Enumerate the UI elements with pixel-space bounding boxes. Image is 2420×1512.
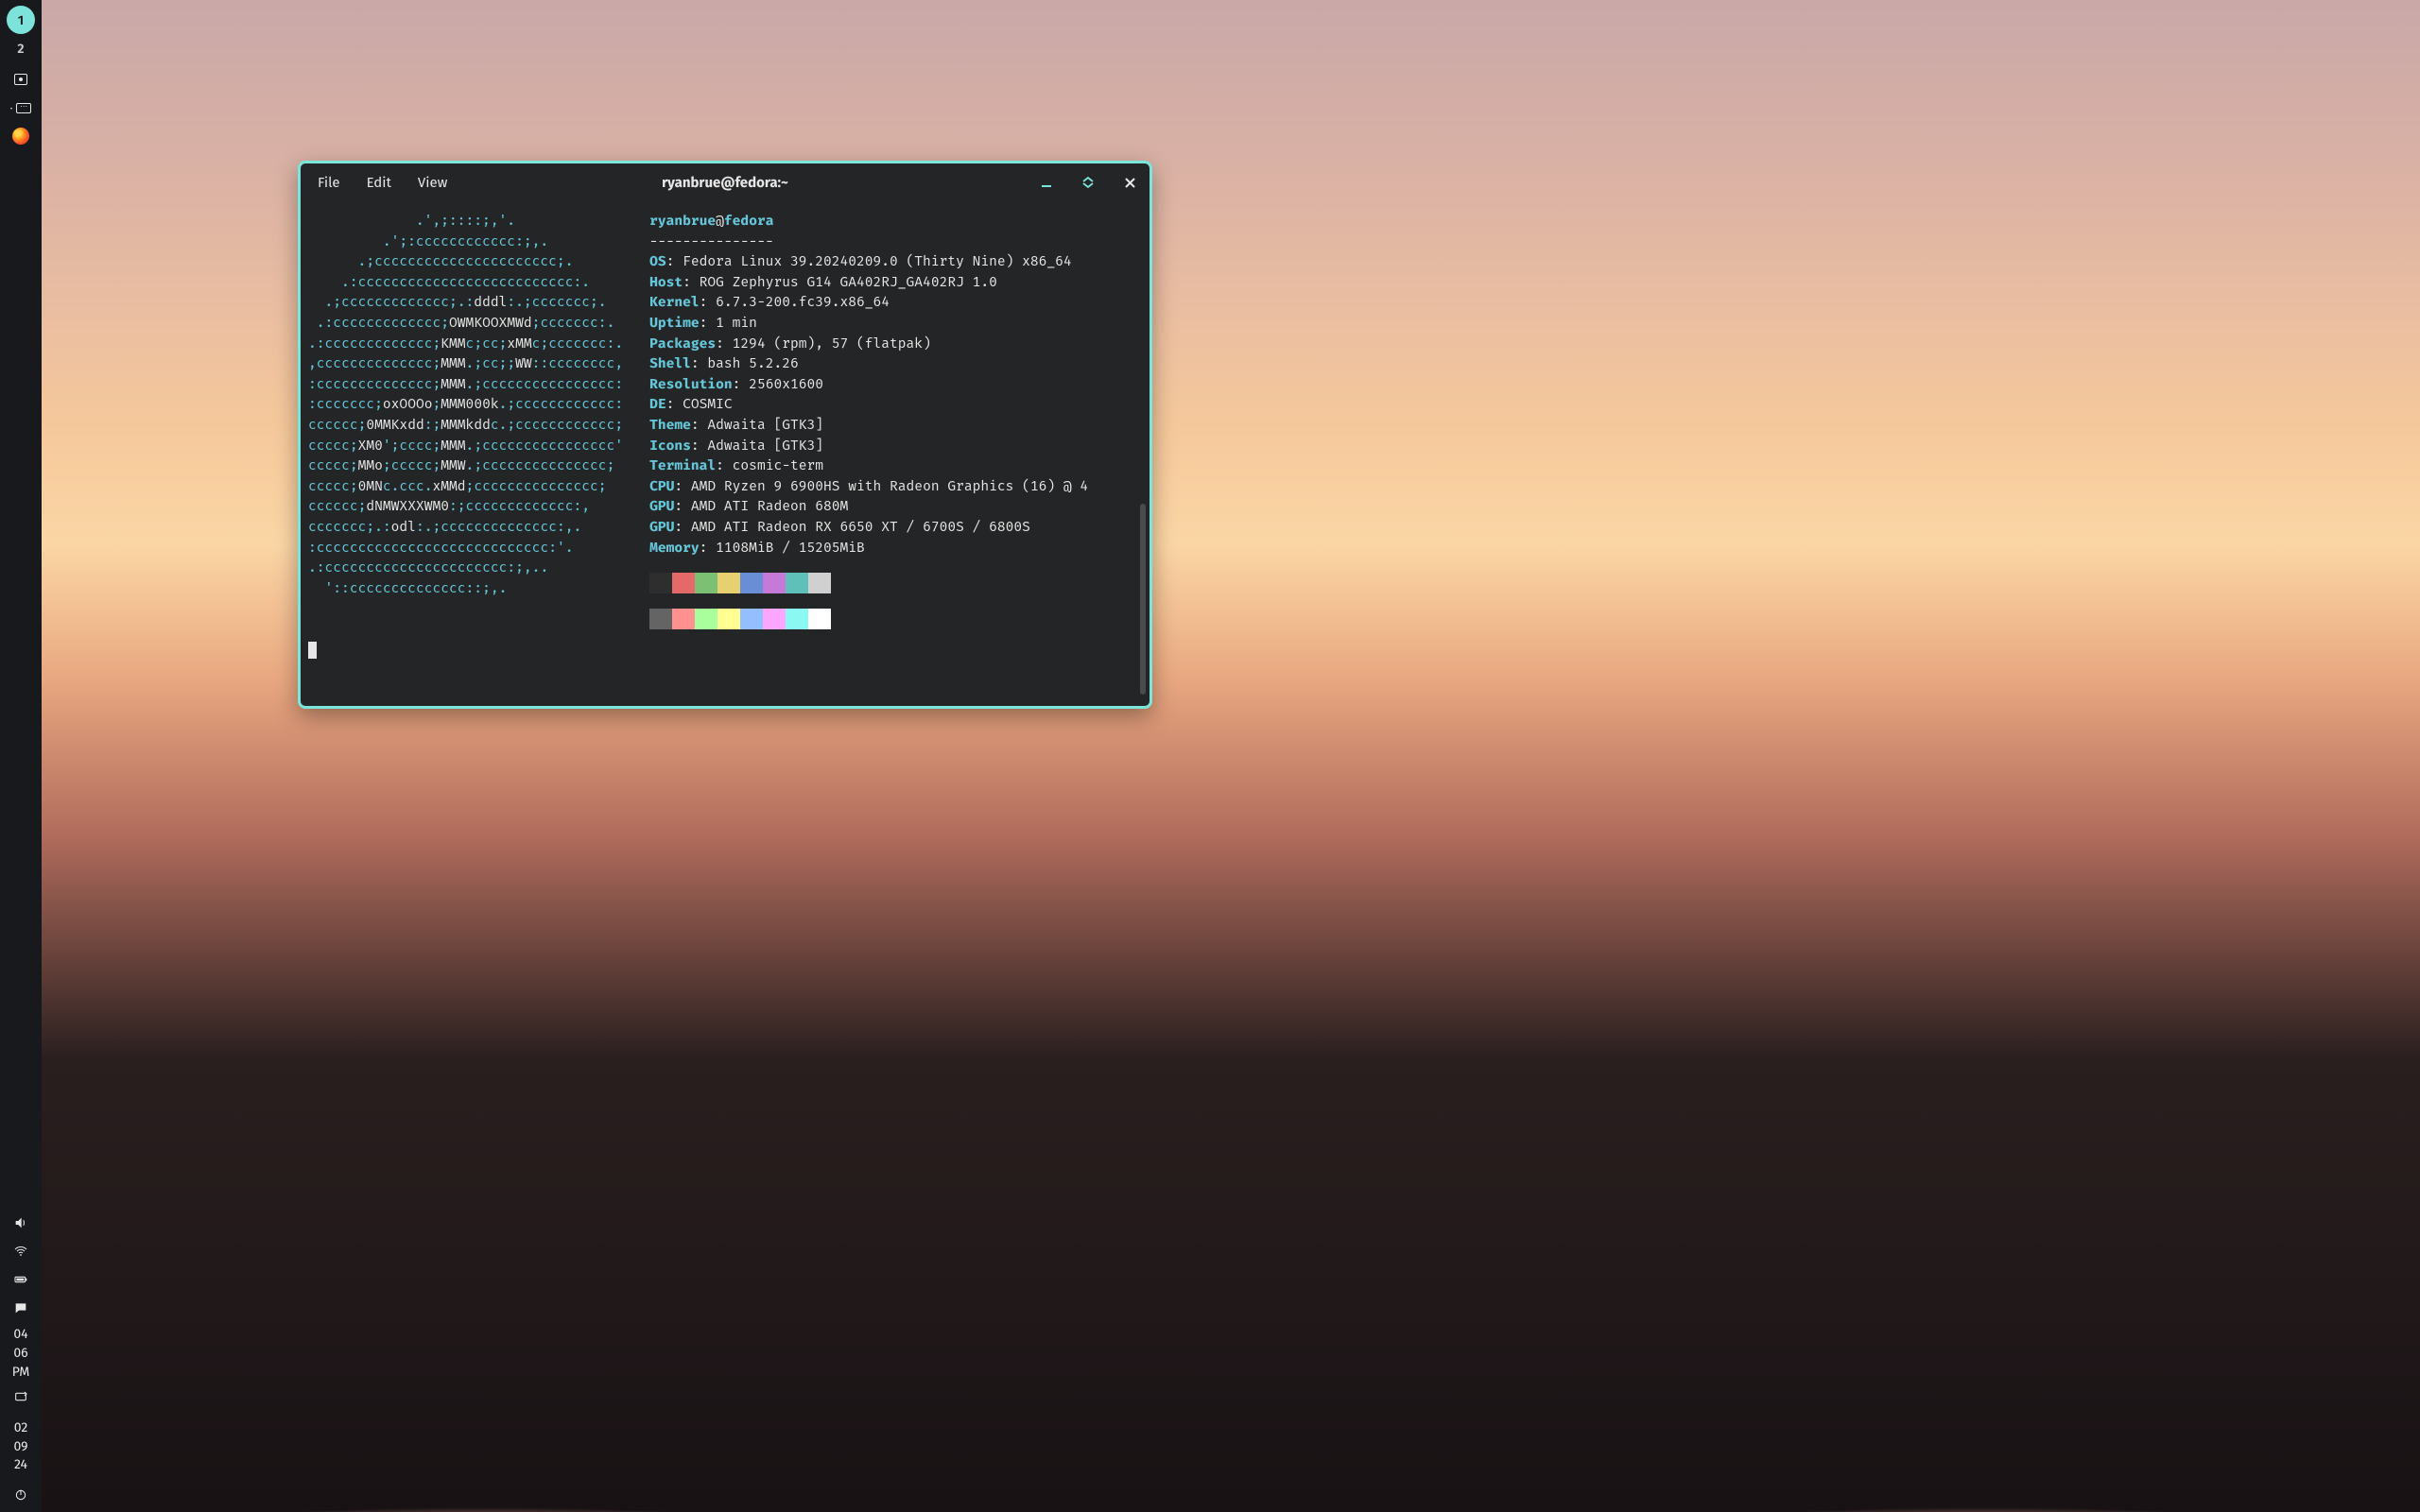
panel-date[interactable]: 02 09 24 xyxy=(13,1418,27,1474)
menu-edit[interactable]: Edit xyxy=(367,174,391,191)
terminal-body[interactable]: .',;::::;,'. .';:cccccccccccc:;,. .;cccc… xyxy=(301,201,1150,706)
neofetch-row: OS: Fedora Linux 39.20240209.0 (Thirty N… xyxy=(649,251,1088,272)
maximize-button[interactable] xyxy=(1080,174,1097,191)
neofetch-ascii-logo: .',;::::;,'. .';:cccccccccccc:;,. .;cccc… xyxy=(308,211,623,598)
neofetch-userhost: ryanbrue@fedora xyxy=(649,211,1088,232)
terminal-scrollbar[interactable] xyxy=(1140,504,1146,695)
battery-icon[interactable] xyxy=(9,1268,32,1291)
neofetch-row: Icons: Adwaita [GTK3] xyxy=(649,436,1088,456)
neofetch-row: Memory: 1108MiB / 15205MiB xyxy=(649,538,1088,558)
terminal-menubar: File Edit View xyxy=(312,174,447,191)
close-button[interactable] xyxy=(1121,174,1138,191)
menu-view[interactable]: View xyxy=(418,174,448,191)
neofetch-row: Theme: Adwaita [GTK3] xyxy=(649,415,1088,436)
workspace-2[interactable]: 2 xyxy=(7,34,35,62)
neofetch-row: Shell: bash 5.2.26 xyxy=(649,353,1088,374)
clock-hour: 04 xyxy=(12,1325,30,1344)
terminal-titlebar[interactable]: File Edit View ryanbrue@fedora:~ xyxy=(301,163,1150,201)
workspace-1[interactable]: 1 xyxy=(7,6,35,34)
clock-ampm: PM xyxy=(12,1363,30,1382)
neofetch-separator: --------------- xyxy=(649,232,1088,252)
date-day: 09 xyxy=(13,1437,27,1456)
terminal-cursor xyxy=(308,642,317,659)
firefox-icon[interactable] xyxy=(9,125,32,147)
neofetch-row: CPU: AMD Ryzen 9 6900HS with Radeon Grap… xyxy=(649,476,1088,497)
terminal-window[interactable]: File Edit View ryanbrue@fedora:~ .',;:::… xyxy=(298,161,1152,709)
keyboard-indicator-icon[interactable]: • xyxy=(9,96,32,119)
neofetch-row: Packages: 1294 (rpm), 57 (flatpak) xyxy=(649,334,1088,354)
neofetch-output: ryanbrue@fedora---------------OS: Fedora… xyxy=(649,211,1088,696)
screenshot-icon[interactable] xyxy=(9,68,32,91)
wifi-icon[interactable] xyxy=(9,1240,32,1263)
neofetch-row: Host: ROG Zephyrus G14 GA402RJ_GA402RJ 1… xyxy=(649,272,1088,293)
neofetch-row: DE: COSMIC xyxy=(649,394,1088,415)
notifications-icon[interactable] xyxy=(9,1297,32,1319)
clock-minute: 06 xyxy=(12,1344,30,1363)
date-year: 24 xyxy=(13,1455,27,1474)
panel-clock[interactable]: 04 06 PM xyxy=(12,1325,30,1381)
minimize-button[interactable] xyxy=(1038,174,1055,191)
power-icon[interactable] xyxy=(9,1484,32,1506)
date-month: 02 xyxy=(13,1418,27,1437)
neofetch-row: GPU: AMD ATI Radeon RX 6650 XT / 6700S /… xyxy=(649,517,1088,538)
neofetch-row: Terminal: cosmic-term xyxy=(649,455,1088,476)
neofetch-color-swatches xyxy=(649,573,1088,629)
display-orientation-icon[interactable] xyxy=(9,1386,32,1409)
neofetch-row: GPU: AMD ATI Radeon 680M xyxy=(649,496,1088,517)
neofetch-row: Kernel: 6.7.3-200.fc39.x86_64 xyxy=(649,292,1088,313)
volume-icon[interactable] xyxy=(9,1211,32,1234)
neofetch-row: Uptime: 1 min xyxy=(649,313,1088,334)
panel: 12 • 04 06 PM 02 09 24 xyxy=(0,0,42,1512)
neofetch-row: Resolution: 2560x1600 xyxy=(649,374,1088,395)
menu-file[interactable]: File xyxy=(318,174,340,191)
